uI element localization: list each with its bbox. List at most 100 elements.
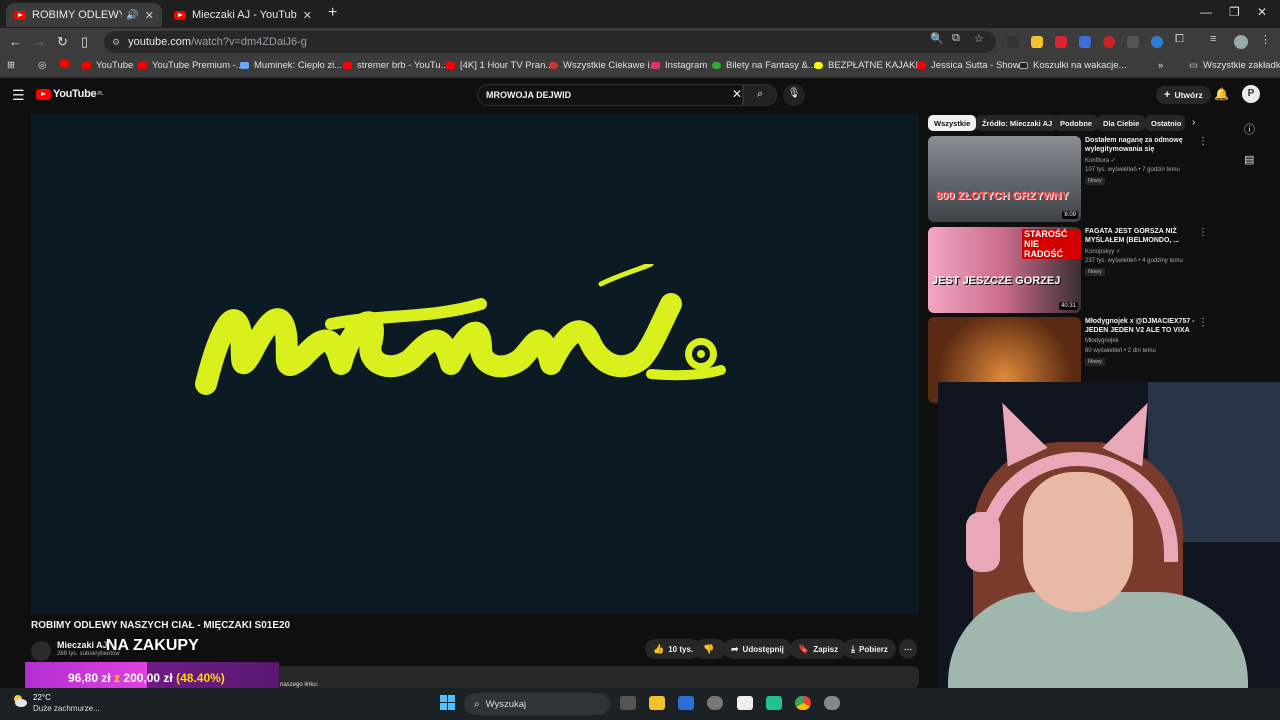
chip-recent[interactable]: Ostatnio [1145, 115, 1185, 131]
chip-similar[interactable]: Podobne [1054, 115, 1099, 131]
clear-search-icon[interactable]: ✕ [732, 87, 742, 101]
close-tab-icon[interactable]: ✕ [303, 9, 312, 22]
menu-hamburger-icon[interactable]: ☰ [12, 87, 25, 104]
bookmarks-overflow-icon[interactable]: » [1158, 60, 1163, 71]
more-vert-icon[interactable]: ⋮ [1198, 136, 1208, 147]
store-icon[interactable] [678, 696, 694, 710]
share-button[interactable]: ➦ Udostępnij [723, 639, 792, 659]
youtube-icon [82, 62, 91, 69]
app-icon[interactable] [707, 696, 723, 710]
extension-icon[interactable] [1103, 36, 1115, 48]
speaker-icon[interactable]: 🔊 [126, 10, 138, 21]
save-button[interactable]: 🔖 Zapisz [790, 639, 847, 659]
extension-icon[interactable] [1079, 36, 1091, 48]
close-window-icon[interactable]: ✕ [1257, 5, 1267, 19]
new-tab-icon[interactable]: + [328, 4, 337, 22]
site-info-icon[interactable]: ⚙ [112, 37, 120, 48]
more-actions-button[interactable]: ⋯ [899, 639, 917, 659]
create-button[interactable]: + Utwórz [1156, 86, 1211, 104]
cast-icon[interactable]: ⧉ [952, 32, 960, 45]
new-badge: Nowy [1085, 268, 1105, 276]
search-input[interactable]: MROWOJA DEJWID [477, 84, 743, 106]
bookmark-koszulki[interactable]: Koszulki na wakacje... [1019, 60, 1126, 71]
recommendation-item[interactable]: 800 ZŁOTYCH GRZYWNY 8:09 Dostałem naganę… [928, 136, 1268, 222]
more-vert-icon[interactable]: ⋮ [1198, 317, 1208, 328]
chip-for-you[interactable]: Dla Ciebie [1097, 115, 1146, 131]
like-button[interactable]: 👍 10 tys. [645, 639, 702, 659]
more-vert-icon[interactable]: ⋮ [1198, 227, 1208, 238]
reading-list-icon[interactable]: ≡ [1210, 33, 1216, 45]
notifications-bell-icon[interactable]: 🔔 [1214, 87, 1229, 101]
youtube-logo[interactable]: YouTube PL [36, 88, 103, 100]
chip-source[interactable]: Źródło: Mieczaki AJ [976, 115, 1059, 131]
tab-robimy-odlewy[interactable]: ROBIMY ODLEWY NASZYCH 🔊 ✕ [6, 3, 162, 27]
profile-avatar[interactable] [1234, 35, 1248, 49]
address-bar[interactable]: ⚙ youtube.com/watch?v=dm4ZDaiJ6-g [104, 31, 996, 53]
minimize-icon[interactable]: — [1200, 5, 1212, 19]
account-avatar[interactable]: P [1242, 85, 1260, 103]
extension-icon[interactable] [1007, 36, 1019, 48]
forward-icon[interactable]: → [33, 34, 46, 49]
bookmark-bilety[interactable]: Bilety na Fantasy &... [712, 60, 816, 71]
channel-name[interactable]: Mieczaki AJ [57, 640, 108, 650]
bookmark-jessica-sutta[interactable]: Jessica Sutta - Show... [917, 60, 1027, 71]
bookmark-youtube-premium[interactable]: YouTube Premium -... [138, 60, 244, 71]
voice-search-icon[interactable]: 🎙 [783, 84, 805, 106]
bookmark-wszystkie-ciekawe[interactable]: Wszystkie Ciekawe i... [549, 60, 658, 71]
bookmark-instagram[interactable]: Instagram [651, 60, 707, 71]
reload-icon[interactable]: ↻ [57, 34, 68, 50]
settings-gear-icon[interactable] [824, 696, 840, 710]
bookmark-star-icon[interactable]: ☆ [974, 32, 984, 45]
video-duration: 8:09 [1062, 211, 1078, 219]
windows-start-icon[interactable] [440, 695, 456, 711]
bookmark-4k-prank[interactable]: [4K] 1 Hour TV Pran... [446, 60, 553, 71]
channel-avatar[interactable] [31, 641, 51, 661]
recommendation-channel: Konfitura ✓ [1085, 158, 1116, 164]
share-label: Udostępnij [742, 644, 784, 654]
bookmark-kajaki[interactable]: BEZPŁATNE KAJAKI... [814, 60, 926, 71]
extension-icon[interactable] [1127, 36, 1139, 48]
menu-kebab-icon[interactable]: ⋮ [1260, 33, 1271, 46]
back-icon[interactable]: ← [9, 34, 22, 49]
extension-icon[interactable] [1151, 36, 1163, 48]
info-icon[interactable]: ⓘ [1244, 121, 1255, 137]
weather-cloud-icon[interactable] [12, 694, 28, 708]
notes-icon[interactable] [737, 696, 753, 710]
bookmark-muminek[interactable]: Muminek: Ciepło zi... [240, 60, 342, 71]
chevron-right-icon[interactable]: › [1192, 117, 1195, 128]
dislike-button[interactable]: 👎 [695, 639, 727, 659]
chrome-icon[interactable] [795, 696, 811, 710]
bookmark-icon[interactable] [60, 60, 74, 67]
bookmark-youtube[interactable]: YouTube [82, 60, 133, 71]
apps-grid-icon[interactable]: ⊞ [7, 60, 15, 71]
spreadsheet-icon[interactable] [766, 696, 782, 710]
bookmark-stremer-brb[interactable]: stremer brb - YouTu... [343, 60, 449, 71]
tab-mieczaki[interactable]: Mieczaki AJ - YouTube ✕ [166, 3, 320, 27]
video-thumbnail[interactable]: 800 ZŁOTYCH GRZYWNY 8:09 [928, 136, 1081, 222]
zoom-icon[interactable]: 🔍 [930, 32, 944, 45]
bookmark-label: Muminek: Ciepło zi... [254, 60, 343, 71]
taskbar-search[interactable]: ⌕ Wyszukaj [464, 693, 610, 715]
search-button[interactable]: ⌕ [743, 84, 777, 106]
bookmark-label: Jessica Sutta - Show... [931, 60, 1028, 71]
task-view-icon[interactable] [620, 696, 636, 710]
extension-icon[interactable] [1031, 36, 1043, 48]
sidebar-icon[interactable]: ▯ [81, 34, 88, 50]
browser-tab-strip: ROBIMY ODLEWY NASZYCH 🔊 ✕ Mieczaki AJ - … [0, 0, 1280, 28]
weather-temp: 22°C [33, 693, 51, 702]
recommendation-item[interactable]: STAROŚĆ NIE RADOŚĆ JEST JESZCZE GORZEJ 4… [928, 227, 1268, 313]
all-bookmarks[interactable]: ▭ Wszystkie zakładki [1189, 60, 1280, 71]
file-explorer-icon[interactable] [649, 696, 665, 710]
restore-icon[interactable]: ❐ [1229, 5, 1240, 19]
chip-all[interactable]: Wszystkie [928, 115, 977, 131]
youtube-icon [917, 62, 926, 69]
bookmark-label: YouTube Premium -... [152, 60, 244, 71]
extensions-puzzle-icon[interactable]: ⧠ [1175, 33, 1184, 46]
extension-icon[interactable] [1055, 36, 1067, 48]
bookmark-icon[interactable]: ◎ [38, 60, 46, 71]
video-player[interactable] [31, 114, 919, 614]
download-button[interactable]: ⤓ Pobierz [843, 639, 896, 659]
close-tab-icon[interactable]: ✕ [145, 9, 154, 22]
bookmark-icon [549, 62, 558, 69]
video-thumbnail[interactable]: STAROŚĆ NIE RADOŚĆ JEST JESZCZE GORZEJ 4… [928, 227, 1081, 313]
